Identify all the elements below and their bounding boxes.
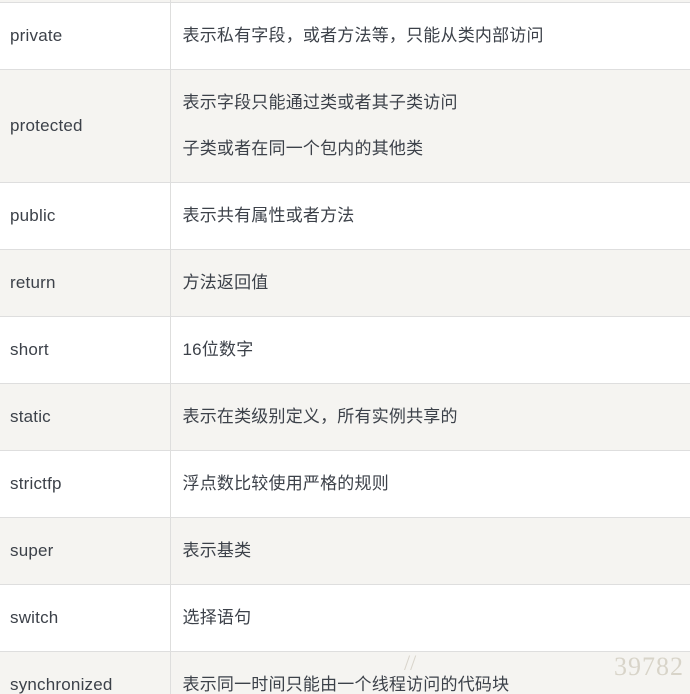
table-body: private 表示私有字段，或者方法等，只能从类内部访问 protected … [0,0,690,694]
keyword-cell: return [0,249,171,317]
keyword-cell: synchronized [0,651,171,694]
description-line: 表示同一时间只能由一个线程访问的代码块 [182,675,510,694]
keyword-cell: private [0,2,171,70]
table-row: synchronized 表示同一时间只能由一个线程访问的代码块 [0,651,690,694]
description-cell: 表示同一时间只能由一个线程访问的代码块 [170,651,690,694]
description-line: 表示共有属性或者方法 [182,206,355,225]
description-line: 选择语句 [182,608,252,627]
table-viewport: private 表示私有字段，或者方法等，只能从类内部访问 protected … [0,0,690,694]
description-line: 子类或者在同一个包内的其他类 [182,139,424,158]
keyword-cell: switch [0,584,171,652]
table-row: super 表示基类 [0,517,690,585]
description-line: 浮点数比较使用严格的规则 [182,474,389,493]
description-line: 表示字段只能通过类或者其子类访问 [182,93,458,112]
description-cell: 浮点数比较使用严格的规则 [170,450,690,518]
keyword-cell: static [0,383,171,451]
description-cell: 表示在类级别定义，所有实例共享的 [170,383,690,451]
table-row: static 表示在类级别定义，所有实例共享的 [0,383,690,451]
table-row: public 表示共有属性或者方法 [0,182,690,250]
description-cell: 方法返回值 [170,249,690,317]
table-row: strictfp 浮点数比较使用严格的规则 [0,450,690,518]
description-cell: 表示基类 [170,517,690,585]
table-row: short 16位数字 [0,316,690,384]
description-line: 表示基类 [182,541,252,560]
table-row: return 方法返回值 [0,249,690,317]
table-row: private 表示私有字段，或者方法等，只能从类内部访问 [0,2,690,70]
description-cell: 16位数字 [170,316,690,384]
description-line: 16位数字 [182,340,254,359]
description-cell: 表示字段只能通过类或者其子类访问 子类或者在同一个包内的其他类 [170,69,690,183]
keyword-cell: short [0,316,171,384]
description-line: 方法返回值 [182,273,269,292]
description-line: 表示在类级别定义，所有实例共享的 [182,407,458,426]
keyword-cell: public [0,182,171,250]
description-line: 表示私有字段，或者方法等，只能从类内部访问 [182,26,544,45]
keyword-cell: strictfp [0,450,171,518]
description-cell: 表示私有字段，或者方法等，只能从类内部访问 [170,2,690,70]
java-keyword-table: private 表示私有字段，或者方法等，只能从类内部访问 protected … [0,0,690,694]
description-cell: 表示共有属性或者方法 [170,182,690,250]
description-cell: 选择语句 [170,584,690,652]
keyword-cell: protected [0,69,171,183]
keyword-cell: super [0,517,171,585]
table-row: switch 选择语句 [0,584,690,652]
table-row: protected 表示字段只能通过类或者其子类访问 子类或者在同一个包内的其他… [0,69,690,183]
